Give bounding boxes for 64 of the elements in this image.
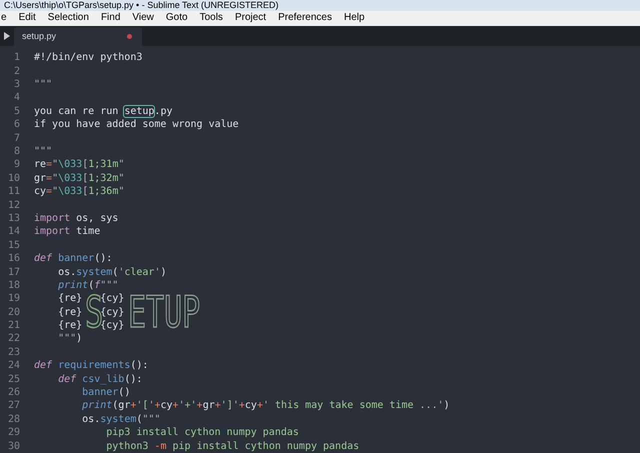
code-line: def csv_lib():	[57, 372, 142, 386]
code-line: banner()	[81, 386, 130, 400]
line-number: 11	[6, 185, 20, 199]
menu-item[interactable]: e	[1, 13, 7, 24]
line-number: 12	[6, 198, 20, 212]
menu-item[interactable]: Selection	[48, 13, 89, 24]
menu-item[interactable]: View	[132, 13, 154, 24]
line-number: 16	[6, 252, 20, 266]
code-line: """	[34, 145, 52, 158]
menu-item[interactable]: Help	[344, 13, 365, 24]
code-line: os.system("""	[81, 412, 160, 426]
code-line: import os, sys	[34, 212, 118, 226]
line-number: 18	[6, 278, 20, 292]
code-line: import time	[34, 225, 100, 239]
line-number: 8	[12, 145, 20, 158]
code-line: #!/bin/env python3	[34, 51, 142, 65]
line-number: 2	[12, 64, 20, 78]
line-number: 25	[6, 372, 20, 386]
code-line: gr="\033[1;32m"	[34, 172, 124, 186]
code-line: def requirements():	[34, 359, 148, 373]
menu-item[interactable]: Goto	[166, 13, 188, 24]
code-line: print(f"""	[57, 278, 118, 292]
line-number: 23	[6, 346, 20, 360]
line-number: 15	[6, 238, 20, 252]
code-line: os.system('clear')	[57, 266, 167, 279]
menu-item[interactable]: Tools	[200, 13, 223, 24]
code-line: print(gr+'['+cy+'+'+gr+']'+cy+' this may take some time ...')	[81, 399, 450, 413]
line-number: 30	[6, 440, 20, 453]
line-number: 7	[12, 132, 20, 145]
line-number: 3	[12, 78, 20, 92]
line-number: 28	[6, 412, 20, 426]
code-line: if you have added some wrong value	[34, 118, 239, 132]
line-number: 5	[12, 104, 20, 118]
line-number: 19	[6, 292, 20, 306]
line-number: 4	[12, 91, 20, 105]
line-number: 26	[6, 386, 20, 400]
code-line: """)	[57, 332, 82, 346]
line-number: 20	[6, 306, 20, 320]
line-number: 1	[12, 51, 20, 65]
code-line: re="\033[1;31m"	[34, 158, 124, 172]
line-number: 17	[6, 266, 20, 279]
line-number: 6	[12, 118, 20, 132]
code-line: """	[34, 78, 52, 92]
menu-item[interactable]: Find	[100, 13, 120, 24]
line-number: 24	[6, 359, 20, 373]
line-number: 14	[6, 225, 20, 239]
code-line: def banner():	[34, 252, 112, 266]
code-line: pip3 install cython numpy pandas	[105, 426, 299, 440]
line-number: 13	[6, 212, 20, 226]
window-title: C:\Users\thip\o\TGPars\setup.py • - Sublime Text (UNREGISTERED)	[4, 0, 279, 10]
line-number: 10	[6, 172, 20, 186]
line-number: 9	[12, 158, 20, 172]
file-tab[interactable]: setup.py	[14, 27, 142, 46]
line-number: 22	[6, 332, 20, 346]
menu-item[interactable]: Edit	[18, 13, 36, 24]
line-number: 27	[6, 399, 20, 413]
menu-item[interactable]: Preferences	[278, 13, 332, 24]
line-number: 21	[6, 319, 20, 332]
ascii-art-text: ETUP	[128, 292, 200, 336]
code-line: python3 -m pip install cython numpy pandas	[105, 440, 360, 453]
menu-item[interactable]: Project	[234, 13, 266, 24]
code-line: you can re run setup.py	[34, 104, 172, 118]
code-line: cy="\033[1;36m"	[34, 185, 124, 199]
line-number: 29	[6, 426, 20, 440]
